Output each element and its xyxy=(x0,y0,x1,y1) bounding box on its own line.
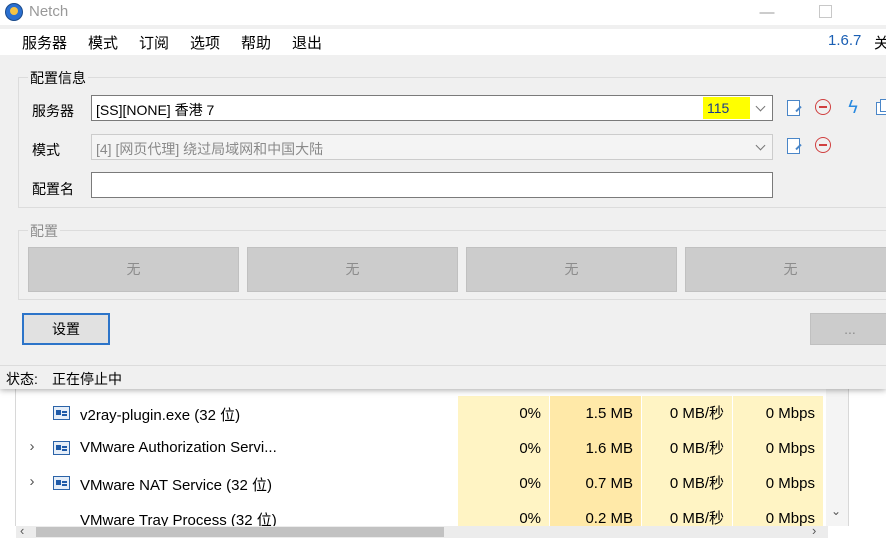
memory-cell: 0.7 MB xyxy=(550,466,641,501)
server-select[interactable]: [SS][NONE] 香港 7 115 xyxy=(91,95,773,121)
delete-server-icon[interactable] xyxy=(815,99,831,115)
chevron-down-icon[interactable] xyxy=(752,135,770,159)
app-window-icon xyxy=(53,406,70,420)
menu-options[interactable]: 选项 xyxy=(190,32,220,53)
network-cell: 0 Mbps xyxy=(733,466,823,501)
network-cell: 0 Mbps xyxy=(733,396,823,431)
status-label: 状态: xyxy=(6,371,38,387)
speed-test-icon[interactable]: ϟ xyxy=(844,98,862,116)
app-window-icon xyxy=(53,441,70,455)
server-select-value: [SS][NONE] 香港 7 xyxy=(96,102,215,118)
maximize-button[interactable] xyxy=(812,0,858,25)
cpu-cell: 0% xyxy=(458,396,549,431)
cpu-cell: 0% xyxy=(458,466,549,501)
scroll-left-icon[interactable]: ‹ xyxy=(20,523,24,538)
divider xyxy=(848,386,849,526)
mode-select[interactable]: [4] [网页代理] 绕过局域网和中国大陆 xyxy=(91,134,773,160)
scroll-down-icon[interactable]: ⌄ xyxy=(831,504,841,518)
mode-label: 模式 xyxy=(32,142,60,158)
menu-exit[interactable]: 退出 xyxy=(292,32,322,53)
window-title: Netch xyxy=(29,3,69,20)
latency-badge: 115 xyxy=(703,97,750,119)
menu-servers[interactable]: 服务器 xyxy=(22,32,67,53)
profile-button-1[interactable]: 无 xyxy=(28,247,239,292)
vertical-scrollbar[interactable]: ⌄ xyxy=(826,386,848,526)
expand-icon[interactable] xyxy=(24,404,40,420)
disk-cell: 0 MB/秒 xyxy=(642,466,732,501)
menu-about[interactable]: 关 xyxy=(874,32,886,53)
delete-mode-icon[interactable] xyxy=(815,137,831,153)
netch-window: Netch — 服务器 模式 订阅 选项 帮助 退出 1.6.7 关 配置信息 … xyxy=(0,0,886,389)
network-cell: 0 Mbps xyxy=(733,431,823,466)
disk-cell: 0 MB/秒 xyxy=(642,501,732,526)
profile-name-input[interactable] xyxy=(91,172,773,198)
more-button[interactable]: ... xyxy=(810,313,886,345)
task-manager-background: v2ray-plugin.exe (32 位) 0% 1.5 MB 0 MB/秒… xyxy=(0,386,886,538)
minimize-button[interactable]: — xyxy=(744,0,790,25)
chevron-down-icon[interactable] xyxy=(752,96,770,120)
cpu-cell: 0% xyxy=(458,501,549,526)
process-name: VMware Tray Process (32 位) xyxy=(80,512,277,526)
edit-server-icon[interactable] xyxy=(785,99,803,117)
menu-bar: 服务器 模式 订阅 选项 帮助 退出 1.6.7 关 xyxy=(0,29,886,55)
memory-cell: 0.2 MB xyxy=(550,501,641,526)
status-value: 正在停止中 xyxy=(52,371,122,387)
process-row[interactable]: › VMware Authorization Servi... 0% 1.6 M… xyxy=(16,431,848,466)
app-window-icon xyxy=(53,476,70,490)
process-row[interactable]: VMware Tray Process (32 位) 0% 0.2 MB 0 M… xyxy=(16,501,848,526)
memory-cell: 1.5 MB xyxy=(550,396,641,431)
title-bar[interactable]: Netch — xyxy=(0,0,886,25)
profile-name-label: 配置名 xyxy=(32,181,74,197)
network-cell: 0 Mbps xyxy=(733,501,823,526)
memory-cell: 1.6 MB xyxy=(550,431,641,466)
disk-cell: 0 MB/秒 xyxy=(642,396,732,431)
process-name: VMware Authorization Servi... xyxy=(80,439,277,456)
status-bar: 状态: 正在停止中 xyxy=(0,365,886,389)
horizontal-scrollbar[interactable]: ‹ › xyxy=(16,523,828,538)
scrollbar-thumb[interactable] xyxy=(36,527,444,537)
settings-button[interactable]: 设置 xyxy=(22,313,110,345)
expand-chevron-icon[interactable]: › xyxy=(24,474,40,490)
mode-select-value: [4] [网页代理] 绕过局域网和中国大陆 xyxy=(96,141,324,157)
process-name: VMware NAT Service (32 位) xyxy=(80,477,272,494)
scroll-right-icon[interactable]: › xyxy=(812,523,816,538)
process-name: v2ray-plugin.exe (32 位) xyxy=(80,407,241,424)
netch-logo-icon xyxy=(5,3,23,21)
expand-chevron-icon[interactable]: › xyxy=(24,439,40,455)
disk-cell: 0 MB/秒 xyxy=(642,431,732,466)
menu-subscription[interactable]: 订阅 xyxy=(139,32,169,53)
menu-mode[interactable]: 模式 xyxy=(88,32,118,53)
edit-mode-icon[interactable] xyxy=(785,137,803,155)
profile-button-4[interactable]: 无 xyxy=(685,247,886,292)
profile-button-3[interactable]: 无 xyxy=(466,247,677,292)
process-row[interactable]: v2ray-plugin.exe (32 位) 0% 1.5 MB 0 MB/秒… xyxy=(16,396,848,431)
server-label: 服务器 xyxy=(32,103,74,119)
profiles-group-title: 配置 xyxy=(28,221,60,241)
profile-button-2[interactable]: 无 xyxy=(247,247,458,292)
menu-help[interactable]: 帮助 xyxy=(241,32,271,53)
process-row[interactable]: › VMware NAT Service (32 位) 0% 0.7 MB 0 … xyxy=(16,466,848,501)
config-group-title: 配置信息 xyxy=(28,68,88,88)
version-label[interactable]: 1.6.7 xyxy=(828,32,861,49)
copy-server-icon[interactable] xyxy=(874,98,886,116)
cpu-cell: 0% xyxy=(458,431,549,466)
